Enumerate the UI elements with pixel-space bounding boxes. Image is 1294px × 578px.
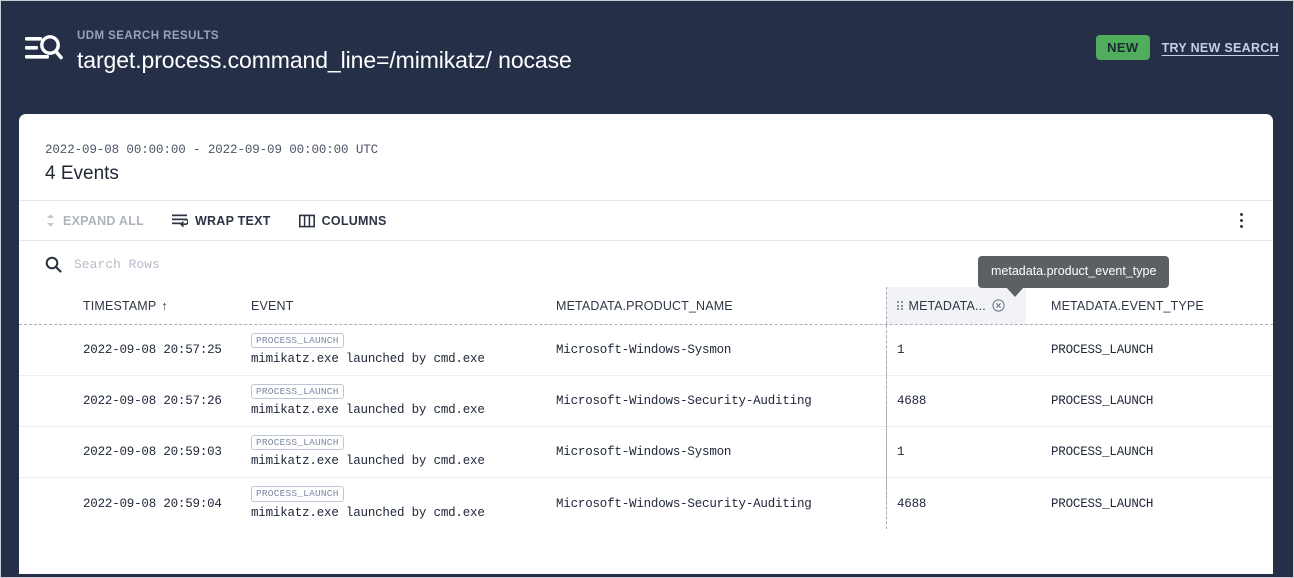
wrap-text-label: WRAP TEXT (194, 213, 271, 228)
cell-timestamp: 2022-09-08 20:57:25 (83, 343, 222, 357)
results-toolbar: EXPAND ALL WRAP TEXT COLUMNS (19, 200, 1273, 241)
cell-product-event-type: 4688 (886, 478, 1026, 529)
page-title: target.process.command_line=/mimikatz/ n… (77, 47, 572, 73)
table-row[interactable]: 2022-09-08 20:59:04 PROCESS_LAUNCH mimik… (19, 478, 1273, 529)
cell-product-event-type: 4688 (886, 376, 1026, 426)
column-header-event[interactable]: EVENT (251, 287, 556, 324)
date-range: 2022-09-08 00:00:00 - 2022-09-09 00:00:0… (45, 143, 379, 157)
cell-timestamp: 2022-09-08 20:59:03 (83, 445, 222, 459)
expand-all-label: EXPAND ALL (63, 213, 144, 228)
cell-product-name: Microsoft-Windows-Security-Auditing (556, 394, 812, 408)
columns-button[interactable]: COLUMNS (298, 213, 387, 228)
column-header-timestamp-label: TIMESTAMP (83, 298, 157, 313)
cell-event-type: PROCESS_LAUNCH (1051, 394, 1154, 408)
kebab-dot (1239, 225, 1243, 228)
app-window: UDM SEARCH RESULTS target.process.comman… (0, 0, 1294, 578)
results-header: 2022-09-08 00:00:00 - 2022-09-09 00:00:0… (19, 114, 1273, 187)
column-header-event-type[interactable]: METADATA.EVENT_TYPE (1026, 287, 1273, 324)
cell-event: PROCESS_LAUNCH mimikatz.exe launched by … (251, 325, 556, 375)
column-header-product-name[interactable]: METADATA.PRODUCT_NAME (556, 287, 886, 324)
table-row[interactable]: 2022-09-08 20:57:25 PROCESS_LAUNCH mimik… (19, 325, 1273, 376)
cell-event-type: PROCESS_LAUNCH (1051, 343, 1154, 357)
column-header-event-type-label: METADATA.EVENT_TYPE (1051, 298, 1204, 313)
event-type-chip: PROCESS_LAUNCH (251, 383, 344, 400)
column-header-timestamp[interactable]: TIMESTAMP ↑ (19, 287, 251, 324)
table-body: 2022-09-08 20:57:25 PROCESS_LAUNCH mimik… (19, 325, 1273, 529)
table-row[interactable]: 2022-09-08 20:59:03 PROCESS_LAUNCH mimik… (19, 427, 1273, 478)
event-type-chip: PROCESS_LAUNCH (251, 332, 344, 349)
sort-ascending-icon: ↑ (161, 298, 168, 313)
table-header-row: TIMESTAMP ↑ EVENT METADATA.PRODUCT_NAME … (19, 287, 1273, 325)
cell-event: PROCESS_LAUNCH mimikatz.exe launched by … (251, 376, 556, 426)
column-header-event-label: EVENT (251, 298, 294, 313)
wrap-text-button[interactable]: WRAP TEXT (171, 213, 271, 228)
cell-timestamp: 2022-09-08 20:59:04 (83, 496, 222, 511)
results-card: 2022-09-08 00:00:00 - 2022-09-09 00:00:0… (19, 114, 1273, 574)
event-type-chip: PROCESS_LAUNCH (251, 486, 344, 502)
column-header-product-event-type-label: METADATA... (908, 298, 986, 313)
column-header-product-event-type[interactable]: METADATA... (886, 287, 1026, 324)
cell-product-event-type: 1 (886, 325, 1026, 375)
cell-product-name: Microsoft-Windows-Sysmon (556, 445, 732, 459)
try-new-search-link[interactable]: TRY NEW SEARCH (1162, 41, 1279, 55)
events-count: 4 Events (45, 163, 119, 184)
event-description: mimikatz.exe launched by cmd.exe (251, 505, 485, 520)
more-options-button[interactable] (1231, 211, 1251, 231)
cell-event-type: PROCESS_LAUNCH (1051, 445, 1154, 459)
results-table: TIMESTAMP ↑ EVENT METADATA.PRODUCT_NAME … (19, 287, 1273, 529)
event-description: mimikatz.exe launched by cmd.exe (251, 403, 485, 418)
table-row[interactable]: 2022-09-08 20:57:26 PROCESS_LAUNCH mimik… (19, 376, 1273, 427)
column-tooltip: metadata.product_event_type (978, 256, 1170, 297)
event-description: mimikatz.exe launched by cmd.exe (251, 454, 485, 469)
expand-all-button[interactable]: EXPAND ALL (45, 213, 144, 228)
cell-product-event-type: 1 (886, 427, 1026, 477)
app-header: UDM SEARCH RESULTS target.process.comman… (1, 1, 1293, 105)
search-rows-input[interactable] (74, 256, 494, 272)
cell-event: PROCESS_LAUNCH mimikatz.exe launched by … (251, 478, 556, 529)
column-header-product-name-label: METADATA.PRODUCT_NAME (556, 298, 733, 313)
expand-chevrons-icon (45, 213, 56, 228)
cell-event: PROCESS_LAUNCH mimikatz.exe launched by … (251, 427, 556, 477)
header-actions: NEW TRY NEW SEARCH (1096, 35, 1279, 60)
search-results-icon (25, 35, 63, 60)
search-icon (45, 256, 62, 273)
columns-icon (298, 214, 315, 228)
header-kicker: UDM SEARCH RESULTS (77, 30, 220, 42)
new-badge: NEW (1096, 35, 1150, 60)
columns-label: COLUMNS (321, 213, 387, 228)
cell-product-name: Microsoft-Windows-Security-Auditing (556, 496, 812, 511)
event-description: mimikatz.exe launched by cmd.exe (251, 352, 485, 367)
cell-timestamp: 2022-09-08 20:57:26 (83, 394, 222, 408)
event-type-chip: PROCESS_LAUNCH (251, 434, 344, 451)
kebab-dot (1239, 219, 1243, 222)
wrap-text-icon (171, 213, 188, 228)
cell-product-name: Microsoft-Windows-Sysmon (556, 343, 732, 357)
remove-column-icon[interactable] (992, 299, 1005, 312)
drag-handle-icon[interactable] (897, 301, 903, 310)
cell-event-type: PROCESS_LAUNCH (1051, 496, 1154, 511)
kebab-dot (1239, 213, 1243, 216)
header-title-group: UDM SEARCH RESULTS target.process.comman… (23, 27, 572, 75)
